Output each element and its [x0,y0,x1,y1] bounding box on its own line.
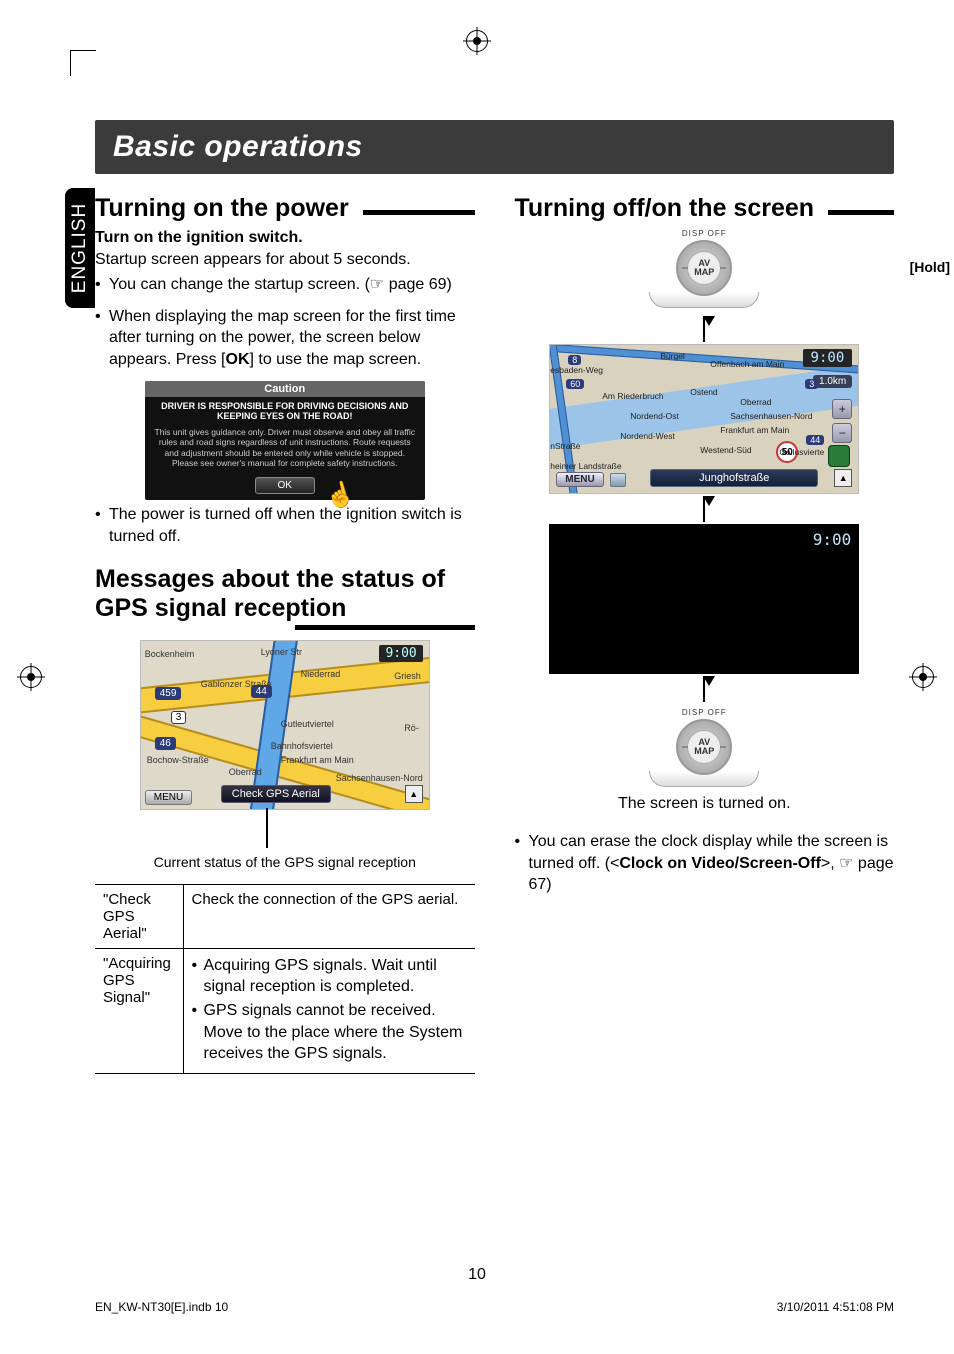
disp-off-label: DISP OFF [515,229,895,238]
startup-para: Startup screen appears for about 5 secon… [95,249,475,271]
caution-body: This unit gives guidance only. Driver mu… [145,423,425,474]
map-scale: 1.0km [813,375,852,388]
zoom-out-button[interactable]: − [832,423,852,443]
left-column: Turning on the power Turn on the ignitio… [95,194,475,1074]
arrow-down-icon [703,316,705,342]
dial-center-label: AVMAP [687,730,721,764]
screen-off-shot: 9:00 [549,524,859,674]
road-badge: 46 [155,737,176,750]
ok-button[interactable]: OK [255,477,315,494]
bullet-list-1: You can change the startup screen. (☞ pa… [95,274,475,296]
gps-clock: 9:00 [379,645,422,662]
bullet-list-3: The power is turned off when the ignitio… [95,504,475,547]
disp-off-label: DISP OFF [515,708,895,717]
bullet-map-first-time: When displaying the map screen for the f… [95,306,475,371]
hold-label: [Hold] [910,259,950,275]
dial-hold: DISP OFF AVMAP [Hold] [515,229,895,308]
bullet-list-right: You can erase the clock display while th… [515,831,895,896]
page-number: 10 [468,1266,486,1284]
street-bar: Junghofstraße [650,469,818,487]
gps-messages-table: "Check GPS Aerial" Check the connection … [95,884,475,1074]
poi-icon [828,445,850,467]
gps-caption: Current status of the GPS signal recepti… [95,854,475,870]
option-name: Clock on Video/Screen-Off [619,855,821,872]
crop-mark [70,50,96,76]
heading-rule [828,210,894,215]
map-screenshot-on: 9:00 1.0km + − 50 8 3 44 60 Bürgel Offen… [549,344,859,494]
caution-line1: DRIVER IS RESPONSIBLE FOR DRIVING DECISI… [145,397,425,423]
table-row: "Acquiring GPS Signal" Acquiring GPS sig… [95,948,475,1073]
dial-press: DISP OFF AVMAP [515,708,895,787]
compass-icon: ▲ [834,469,852,487]
heading-turning-off-on-screen: Turning off/on the screen [515,194,895,223]
language-label: ENGLISH [69,203,91,293]
dial-center-label: AVMAP [687,251,721,285]
heading-gps-messages: Messages about the status of GPS signal … [95,565,475,623]
road-badge: 459 [155,687,182,700]
msg-key: "Check GPS Aerial" [95,884,183,948]
heading-text: Turning on the power [95,194,349,223]
registration-mark-right [912,666,934,688]
columns: Turning on the power Turn on the ignitio… [95,194,894,1074]
page-title: Basic operations [95,120,894,174]
road-badge: 60 [566,379,584,389]
heading-text: Turning off/on the screen [515,194,815,223]
heading-rule [295,625,475,630]
page: ENGLISH Basic operations Turning on the … [0,0,954,1354]
heading-text: Messages about the status of GPS signal … [95,565,475,623]
view-button[interactable] [610,473,626,487]
heading-turning-on-power: Turning on the power [95,194,475,223]
bullet-erase-clock: You can erase the clock display while th… [515,831,895,896]
ok-key: OK [226,351,250,368]
gps-status-bar: Check GPS Aerial [221,785,331,803]
compass-icon: ▲ [405,785,423,803]
gps-map-screenshot: 9:00 459 3 46 44 Lyoner Str Niederrad Gr… [140,640,430,810]
registration-mark-top [466,30,488,52]
zoom-in-button[interactable]: + [832,399,852,419]
caution-header: Caution [145,381,425,397]
av-map-dial[interactable]: AVMAP [676,240,732,296]
footer-left: EN_KW-NT30[E].indb 10 [95,1300,228,1314]
msg-desc: Acquiring GPS signals. Wait until signal… [183,948,475,1073]
footer-right: 3/10/2011 4:51:08 PM [777,1300,894,1314]
table-row: "Check GPS Aerial" Check the connection … [95,884,475,948]
blank-clock: 9:00 [813,530,852,549]
road-badge: 44 [806,435,824,445]
heading-rule [363,210,475,215]
sub-ignition: Turn on the ignition switch. [95,227,475,249]
content-area: ENGLISH Basic operations Turning on the … [95,120,894,1234]
language-tab: ENGLISH [65,188,95,308]
msg-desc: Check the connection of the GPS aerial. [183,884,475,948]
road-badge: 3 [805,379,818,389]
registration-mark-left [20,666,42,688]
map-clock: 9:00 [803,349,853,367]
callout-leader [266,808,268,848]
arrow-down-icon [703,496,705,522]
msg-key: "Acquiring GPS Signal" [95,948,183,1073]
road-badge: 8 [568,355,581,365]
menu-button[interactable]: MENU [556,472,603,487]
av-map-dial[interactable]: AVMAP [676,719,732,775]
bullet-power-off: The power is turned off when the ignitio… [95,504,475,547]
right-column: Turning off/on the screen DISP OFF AVMAP… [515,194,895,1074]
bullet-list-2: When displaying the map screen for the f… [95,306,475,371]
menu-button[interactable]: MENU [145,790,192,805]
arrow-down-icon [703,676,705,702]
screen-on-caption: The screen is turned on. [515,795,895,813]
road-sign: 3 [171,711,187,724]
caution-dialog: Caution DRIVER IS RESPONSIBLE FOR DRIVIN… [145,381,425,501]
bullet-change-startup: You can change the startup screen. (☞ pa… [95,274,475,296]
